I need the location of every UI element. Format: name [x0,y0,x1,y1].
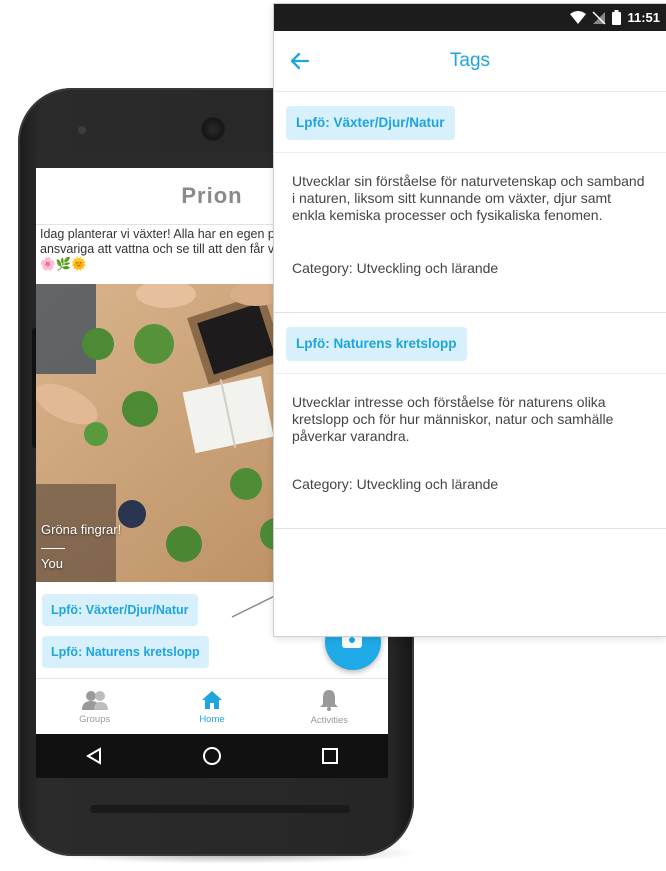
bottom-navigation: Groups Home Activities [36,678,388,735]
nav-home[interactable]: Home [153,679,270,735]
tag-category: Category: Utveckling och lärande [292,476,499,492]
tag-detail-kretslopp: Lpfö: Naturens kretslopp Utvecklar intre… [274,313,666,529]
panel-status-bar: 11:51 [274,4,666,31]
tags-screen: 11:51 Tags Lpfö: Växter/Djur/Natur Utvec… [274,4,666,636]
nav-activities-label: Activities [310,714,349,726]
tag-chip-kretslopp[interactable]: Lpfö: Naturens kretslopp [42,636,209,668]
home-icon [201,690,222,709]
page-title: Tags [449,50,491,71]
caption-divider [41,548,65,549]
tag-detail-header: Lpfö: Naturens kretslopp [274,313,666,374]
app-title: Prion [181,183,243,208]
status-time: 11:51 [627,10,660,25]
nav-activities[interactable]: Activities [271,679,388,735]
nav-home-label: Home [199,713,225,725]
tag-description: Utvecklar sin förståelse för naturvetens… [292,173,645,223]
phone-sensor [78,126,86,134]
back-icon[interactable] [85,747,103,765]
groups-icon [81,690,108,710]
photo-author: You [41,556,63,571]
tag-description: Utvecklar intresse och förståelse för na… [292,394,614,444]
tag-detail-vaxter: Lpfö: Växter/Djur/Natur Utvecklar sin fö… [274,92,666,313]
tags-toolbar: Tags [274,31,666,92]
nav-groups-label: Groups [79,713,111,725]
tag-chip-vaxter[interactable]: Lpfö: Växter/Djur/Natur [42,594,198,626]
tag-category: Category: Utveckling och lärande [292,260,499,276]
battery-icon [612,10,622,25]
photo-caption: Gröna fingrar! [41,522,122,537]
android-navigation-bar [36,734,388,778]
recents-icon[interactable] [321,747,339,765]
signal-icon [592,10,606,25]
phone-camera [201,117,225,141]
tag-detail-chip[interactable]: Lpfö: Växter/Djur/Natur [286,106,455,140]
tag-detail-header: Lpfö: Växter/Djur/Natur [274,92,666,153]
home-circle-icon[interactable] [202,746,222,766]
bell-icon [320,689,339,711]
phone-speaker-grill [90,805,350,813]
tag-detail-chip[interactable]: Lpfö: Naturens kretslopp [286,327,467,361]
nav-groups[interactable]: Groups [36,679,153,735]
wifi-icon [570,10,587,24]
